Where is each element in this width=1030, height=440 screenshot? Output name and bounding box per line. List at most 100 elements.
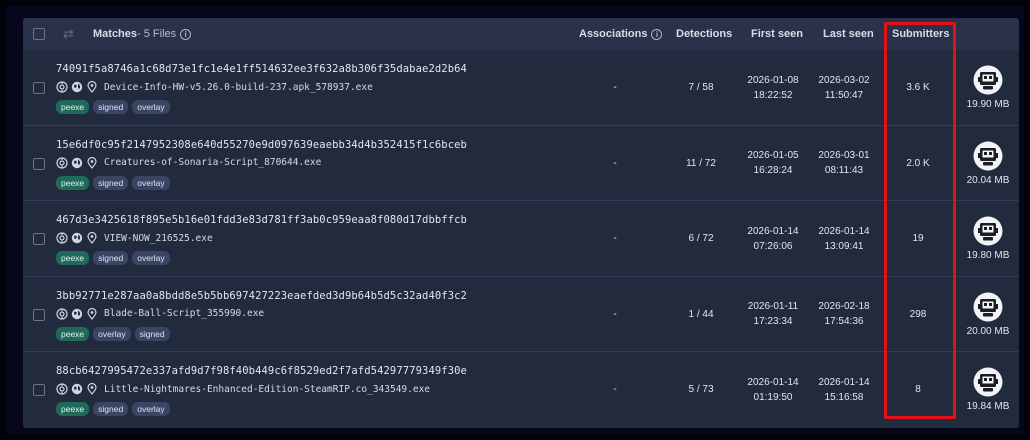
table-row[interactable]: 88cb6427995472e337afd9d7f98f40b449c6f852…: [23, 352, 1019, 428]
radar-icon: [56, 81, 68, 93]
last-seen-date: 2026-01-14: [818, 225, 870, 237]
first-seen-value: 2026-01-05 16:28:24: [741, 126, 805, 201]
file-size: 20.00 MB: [966, 325, 1010, 337]
file-name: Little-Nightmares-Enhanced-Edition-Steam…: [104, 383, 431, 395]
last-seen-time: 15:16:58: [824, 391, 864, 403]
file-hash-link[interactable]: 15e6df0c95f2147952308e640d55270e9d097639…: [56, 139, 467, 151]
tag-signed[interactable]: signed: [93, 100, 129, 114]
info-icon[interactable]: i: [651, 28, 663, 40]
file-hash-link[interactable]: 74091f5a8746a1c68d73e1fc1e4e1ff514632ee3…: [56, 63, 467, 75]
file-hash-link[interactable]: 3bb92771e287aa0a8bdd8e5b5bb697427223eaef…: [56, 290, 467, 302]
last-seen-date: 2026-02-18: [818, 301, 870, 313]
column-detections[interactable]: Detections: [676, 18, 732, 50]
sort-arrows-icon[interactable]: ⇄: [63, 26, 74, 42]
last-seen-date: 2026-03-01: [818, 150, 870, 162]
pe-exe-icon: [973, 216, 1003, 246]
file-hash-link[interactable]: 88cb6427995472e337afd9d7f98f40b449c6f852…: [56, 365, 467, 377]
first-seen-value: 2026-01-14 07:26:06: [741, 201, 805, 276]
tag-peexe[interactable]: peexe: [56, 100, 90, 114]
first-seen-time: 16:28:24: [753, 165, 793, 177]
file-meta-line: Creatures-of-Sonaria-Script_870644.exe: [56, 156, 321, 170]
location-pin-icon: [87, 383, 97, 396]
radar-icon: [56, 308, 68, 320]
last-seen-date: 2026-03-02: [818, 74, 870, 86]
tag-overlay[interactable]: overlay: [132, 175, 170, 190]
first-seen-value: 2026-01-14 01:19:50: [741, 352, 805, 427]
associations-value: -: [613, 384, 617, 396]
tag-overlay[interactable]: overlay: [93, 326, 131, 341]
file-hash-link[interactable]: 467d3e3425618f895e5b16e01fdd3e83d781ff3a…: [56, 214, 467, 226]
tag-overlay[interactable]: overlay: [132, 100, 170, 114]
column-last-seen[interactable]: Last seen: [823, 18, 874, 50]
row-checkbox[interactable]: [33, 157, 45, 170]
tag-peexe[interactable]: peexe: [56, 251, 90, 266]
column-first-seen[interactable]: First seen: [751, 18, 803, 50]
detections-value[interactable]: 5 / 73: [674, 352, 728, 427]
table-row[interactable]: 467d3e3425618f895e5b16e01fdd3e83d781ff3a…: [23, 201, 1019, 277]
tag-signed[interactable]: signed: [93, 175, 129, 190]
globe-icon: [71, 157, 83, 168]
file-meta-line: Blade-Ball-Script_355990.exe: [56, 307, 264, 321]
last-seen-value: 2026-01-14 15:16:58: [812, 352, 876, 427]
results-list: 74091f5a8746a1c68d73e1fc1e4e1ff514632ee3…: [23, 50, 1019, 428]
detections-value[interactable]: 1 / 44: [674, 277, 728, 352]
table-row[interactable]: 15e6df0c95f2147952308e640d55270e9d097639…: [23, 125, 1019, 202]
tag-list: peexe signed overlay: [56, 100, 174, 114]
first-seen-value: 2026-01-11 17:23:34: [741, 277, 805, 352]
location-pin-icon: [87, 307, 97, 320]
detections-value[interactable]: 6 / 72: [674, 201, 728, 276]
first-seen-date: 2026-01-11: [747, 301, 799, 313]
table-row[interactable]: 74091f5a8746a1c68d73e1fc1e4e1ff514632ee3…: [23, 50, 1019, 126]
tag-overlay[interactable]: overlay: [132, 402, 170, 417]
last-seen-time: 13:09:41: [824, 240, 864, 252]
file-type-cell: 19.90 MB: [961, 50, 1015, 125]
column-associations[interactable]: Associations i: [579, 18, 663, 50]
tag-peexe[interactable]: peexe: [56, 326, 90, 341]
last-seen-date: 2026-01-14: [818, 376, 870, 388]
matches-heading: Matches - 5 Files i: [93, 18, 192, 50]
radar-icon: [56, 156, 68, 169]
first-seen-time: 17:23:34: [753, 316, 793, 328]
file-name: Blade-Ball-Script_355990.exe: [104, 308, 265, 320]
last-seen-value: 2026-02-18 17:54:36: [812, 277, 876, 352]
matches-count: - 5 Files: [137, 28, 177, 40]
associations-value: -: [613, 308, 617, 320]
tag-signed[interactable]: signed: [93, 251, 129, 266]
info-icon[interactable]: i: [180, 28, 192, 40]
table-row[interactable]: 3bb92771e287aa0a8bdd8e5b5bb697427223eaef…: [23, 276, 1019, 353]
file-size: 20.04 MB: [966, 174, 1010, 186]
file-name: Device-Info-HW-v5.26.0-build-237.apk_578…: [104, 81, 373, 93]
tag-list: peexe signed overlay: [56, 175, 174, 190]
row-checkbox[interactable]: [33, 308, 45, 321]
first-seen-time: 18:22:52: [753, 89, 793, 101]
file-size: 19.90 MB: [966, 99, 1010, 110]
last-seen-time: 08:11:43: [824, 165, 864, 177]
file-meta-line: Device-Info-HW-v5.26.0-build-237.apk_578…: [56, 80, 373, 94]
row-checkbox[interactable]: [33, 233, 45, 246]
detections-value[interactable]: 11 / 72: [674, 126, 728, 201]
file-type-cell: 19.80 MB: [961, 201, 1015, 276]
detections-value[interactable]: 7 / 58: [674, 50, 728, 125]
tag-peexe[interactable]: peexe: [56, 402, 90, 417]
tag-signed[interactable]: signed: [134, 326, 170, 341]
tag-overlay[interactable]: overlay: [132, 251, 170, 266]
file-meta-line: VIEW-NOW_216525.exe: [56, 231, 213, 245]
file-type-cell: 20.00 MB: [961, 277, 1015, 352]
matches-label: Matches: [93, 28, 138, 40]
globe-icon: [71, 308, 83, 319]
tag-peexe[interactable]: peexe: [56, 175, 90, 190]
row-checkbox[interactable]: [33, 384, 45, 397]
first-seen-time: 01:19:50: [753, 391, 793, 403]
radar-icon: [56, 383, 68, 395]
tag-signed[interactable]: signed: [93, 402, 129, 417]
first-seen-date: 2026-01-05: [747, 150, 799, 162]
pe-exe-icon: [973, 367, 1003, 397]
file-size: 19.84 MB: [966, 401, 1010, 413]
associations-label: Associations: [579, 28, 648, 40]
associations-value: -: [613, 157, 617, 169]
file-size: 19.80 MB: [966, 250, 1010, 262]
submitters-highlight-box: [884, 22, 956, 419]
row-checkbox[interactable]: [33, 82, 45, 94]
first-seen-date: 2026-01-08: [747, 74, 799, 86]
select-all-checkbox[interactable]: [33, 28, 45, 40]
